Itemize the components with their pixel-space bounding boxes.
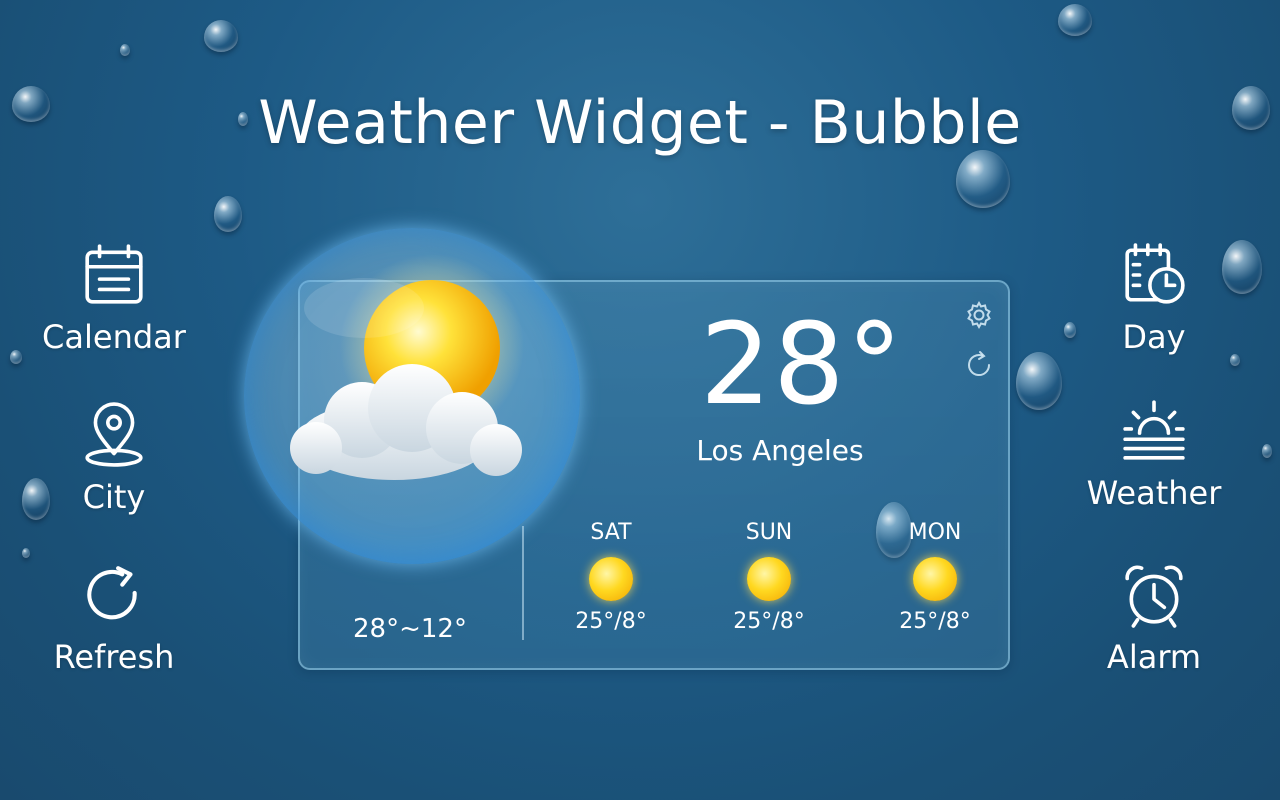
page-title: Weather Widget - Bubble xyxy=(258,88,1022,158)
city-button[interactable]: City xyxy=(14,400,214,516)
forecast-temps: 25°/8° xyxy=(899,609,971,634)
current-temperature: 28° xyxy=(700,300,905,430)
alarm-clock-icon xyxy=(1119,560,1189,630)
alarm-button[interactable]: Alarm xyxy=(1054,560,1254,676)
calendar-button[interactable]: Calendar xyxy=(14,240,214,356)
forecast-temps: 25°/8° xyxy=(733,609,805,634)
water-drop xyxy=(956,150,1010,208)
sunrise-icon xyxy=(1119,396,1189,466)
weather-button[interactable]: Weather xyxy=(1054,396,1254,512)
partly-cloudy-icon xyxy=(290,254,524,480)
forecast-day: SUN 25°/8° xyxy=(714,520,824,634)
forecast-day-label: MON xyxy=(908,520,962,545)
calendar-icon xyxy=(79,240,149,310)
sun-icon xyxy=(913,557,957,601)
settings-gear-icon[interactable] xyxy=(964,300,994,330)
water-drop xyxy=(204,20,238,52)
water-drop xyxy=(214,196,242,232)
forecast-day-label: SAT xyxy=(590,520,632,545)
calendar-label: Calendar xyxy=(42,318,186,356)
location-pin-icon xyxy=(79,400,149,470)
card-divider xyxy=(522,526,524,640)
weather-bubble xyxy=(244,228,580,564)
calendar-clock-icon xyxy=(1119,240,1189,310)
forecast-day-label: SUN xyxy=(745,520,793,545)
sun-icon xyxy=(747,557,791,601)
forecast-day: MON 25°/8° xyxy=(880,520,990,634)
refresh-label: Refresh xyxy=(53,638,175,676)
day-label: Day xyxy=(1122,318,1186,356)
water-drop xyxy=(1262,444,1272,458)
forecast-day: SAT 25°/8° xyxy=(556,520,666,634)
water-drop xyxy=(120,44,130,56)
refresh-small-icon[interactable] xyxy=(964,350,994,380)
refresh-button[interactable]: Refresh xyxy=(14,560,214,676)
refresh-icon xyxy=(79,560,149,630)
water-drop xyxy=(1058,4,1092,36)
weather-label: Weather xyxy=(1086,474,1222,512)
sun-icon xyxy=(589,557,633,601)
alarm-label: Alarm xyxy=(1106,638,1202,676)
temperature-range: 28°~12° xyxy=(353,614,467,644)
city-label: City xyxy=(82,478,146,516)
city-name[interactable]: Los Angeles xyxy=(660,434,900,467)
water-drop xyxy=(22,548,30,558)
forecast-temps: 25°/8° xyxy=(575,609,647,634)
day-button[interactable]: Day xyxy=(1054,240,1254,356)
